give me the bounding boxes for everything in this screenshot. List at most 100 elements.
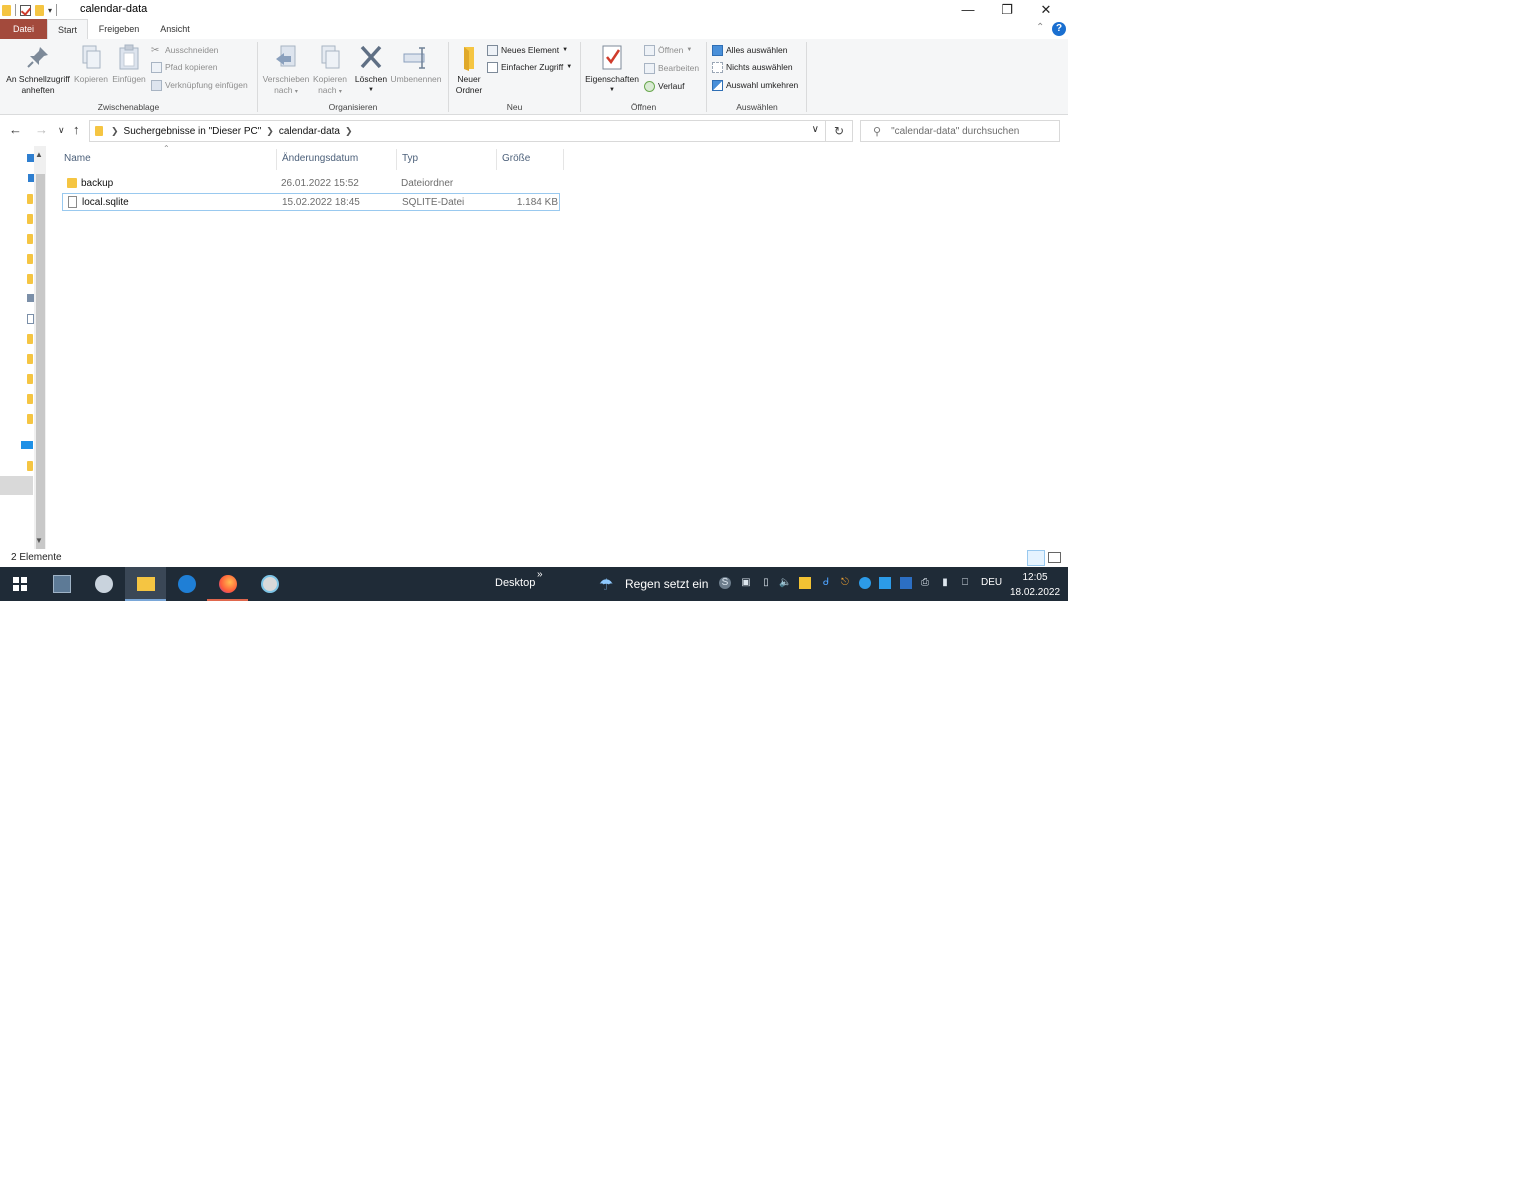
battery-icon[interactable]: ▮ xyxy=(939,577,951,589)
folder-icon[interactable] xyxy=(27,374,33,384)
table-row[interactable]: backup 26.01.2022 15:52 Dateiordner xyxy=(62,175,560,193)
folder-icon[interactable] xyxy=(27,461,33,471)
search-box[interactable]: ⚲ "calendar-data" durchsuchen xyxy=(860,120,1060,142)
printer-icon[interactable]: ⎙ xyxy=(919,577,931,589)
folder-icon[interactable] xyxy=(27,234,33,244)
new-item-button[interactable]: Neues Element ▼ xyxy=(487,42,568,58)
paste-shortcut-button[interactable]: Verknüpfung einfügen xyxy=(151,77,248,93)
breadcrumb-search-results[interactable]: Suchergebnisse in "Dieser PC" xyxy=(124,126,262,137)
address-dropdown-icon[interactable]: ∨ xyxy=(812,124,819,135)
input-language[interactable]: DEU xyxy=(981,577,1002,588)
this-pc-icon[interactable] xyxy=(21,441,33,449)
column-header-name[interactable]: Name xyxy=(59,146,276,172)
select-all-button[interactable]: Alles auswählen xyxy=(712,42,787,58)
collapse-ribbon-icon[interactable]: ⌃ xyxy=(1036,22,1044,33)
delete-button[interactable]: Löschen ▼ xyxy=(352,41,390,96)
refresh-icon[interactable]: ↻ xyxy=(826,120,853,142)
taskbar-firefox[interactable] xyxy=(207,567,248,601)
breadcrumb-chevron-icon[interactable]: ❯ xyxy=(266,126,274,137)
cut-button[interactable]: ✂ Ausschneiden xyxy=(151,42,218,58)
edit-button[interactable]: Bearbeiten xyxy=(644,60,699,76)
weather-text[interactable]: Regen setzt ein xyxy=(625,577,708,591)
paste-button[interactable]: Einfügen xyxy=(110,41,148,85)
skype-icon[interactable]: S xyxy=(719,577,731,589)
headphones-icon[interactable]: ⎋ xyxy=(839,577,851,589)
taskbar-paint[interactable] xyxy=(83,567,124,601)
up-arrow-icon[interactable]: ↑ xyxy=(73,122,80,137)
volume-icon[interactable]: 🔈 xyxy=(779,577,791,589)
tab-start[interactable]: Start xyxy=(47,19,88,39)
taskbar-outlook[interactable] xyxy=(166,567,207,601)
desktop-toolbar-label[interactable]: Desktop xyxy=(495,577,535,589)
bluetooth-icon[interactable]: ᑯ xyxy=(820,577,832,589)
open-button[interactable]: Öffnen ▼ xyxy=(644,42,692,58)
tab-freigeben[interactable]: Freigeben xyxy=(93,19,145,39)
select-none-button[interactable]: Nichts auswählen xyxy=(712,59,793,75)
breadcrumb-chevron-icon[interactable]: ❯ xyxy=(111,126,119,137)
back-arrow-icon[interactable]: ← xyxy=(9,122,22,137)
webcam-icon[interactable]: ▣ xyxy=(740,577,752,589)
copy-button[interactable]: Kopieren xyxy=(72,41,110,85)
security-shield-icon[interactable] xyxy=(799,577,811,589)
defender-icon[interactable] xyxy=(900,577,912,589)
rename-button[interactable]: Umbenennen xyxy=(388,41,444,85)
history-button[interactable]: Verlauf xyxy=(644,78,684,94)
customize-qat-dropdown-icon[interactable]: ▾ xyxy=(48,6,52,15)
column-header-size[interactable]: Größe xyxy=(497,146,563,172)
nav-selected-item[interactable] xyxy=(0,476,33,495)
vpn-icon[interactable] xyxy=(859,577,871,589)
minimize-button[interactable]: — xyxy=(948,0,988,19)
pin-quick-access-button[interactable]: An Schnellzugriff anheften xyxy=(4,41,72,96)
breadcrumb-chevron-icon[interactable]: ❯ xyxy=(345,126,353,137)
phone-icon[interactable]: ▯ xyxy=(760,577,772,589)
taskbar-paint-3d[interactable] xyxy=(249,567,290,601)
desktop-toolbar-chevron-icon[interactable]: » xyxy=(537,569,543,580)
copy-path-button[interactable]: Pfad kopieren xyxy=(151,59,217,75)
copy-to-button[interactable]: Kopieren nach ▾ xyxy=(310,41,350,98)
table-row[interactable]: local.sqlite 15.02.2022 18:45 SQLITE-Dat… xyxy=(62,193,560,211)
folder-icon[interactable] xyxy=(27,194,33,204)
restore-button[interactable]: ❐ xyxy=(987,0,1027,19)
folder-icon[interactable] xyxy=(27,414,33,424)
recent-locations-chevron-icon[interactable]: ∨ xyxy=(58,125,65,136)
properties-icon[interactable] xyxy=(20,4,31,16)
easy-access-button[interactable]: Einfacher Zugriff ▼ xyxy=(487,59,572,75)
delete-dropdown-icon[interactable]: ▼ xyxy=(352,85,390,96)
folder-icon[interactable] xyxy=(27,354,33,364)
tab-datei[interactable]: Datei xyxy=(0,19,47,39)
folder-icon[interactable] xyxy=(27,394,33,404)
details-view-icon[interactable] xyxy=(1027,550,1045,566)
forward-arrow-icon[interactable]: → xyxy=(35,122,48,137)
new-folder-icon[interactable] xyxy=(35,4,44,16)
taskbar-file-explorer[interactable] xyxy=(125,567,166,601)
cloud-sync-icon[interactable] xyxy=(879,577,891,589)
quick-access-star-icon[interactable] xyxy=(27,154,34,162)
scroll-up-icon[interactable]: ▲ xyxy=(35,150,43,159)
help-icon[interactable]: ? xyxy=(1052,22,1066,36)
invert-selection-button[interactable]: Auswahl umkehren xyxy=(712,77,798,93)
new-folder-button[interactable]: Neuer Ordner xyxy=(451,41,487,96)
folder-icon[interactable] xyxy=(27,274,33,284)
breadcrumb-calendar-data[interactable]: calendar-data xyxy=(279,126,340,137)
folder-icon[interactable] xyxy=(27,254,33,264)
tab-ansicht[interactable]: Ansicht xyxy=(155,19,195,39)
taskbar-calculator[interactable] xyxy=(41,567,82,601)
scroll-down-icon[interactable]: ▼ xyxy=(35,536,43,545)
pictures-icon[interactable] xyxy=(27,294,34,302)
umbrella-rain-icon[interactable]: ☂ xyxy=(599,575,613,595)
close-button[interactable]: ✕ xyxy=(1026,0,1066,19)
folder-icon[interactable] xyxy=(27,214,33,224)
column-header-date[interactable]: Änderungsdatum xyxy=(277,146,396,172)
nav-scroll-thumb[interactable] xyxy=(36,174,45,549)
start-button[interactable] xyxy=(0,567,41,601)
clock[interactable]: 12:05 18.02.2022 xyxy=(1007,570,1063,600)
properties-dropdown-icon[interactable]: ▼ xyxy=(583,85,641,96)
properties-button[interactable]: Eigenschaften ▼ xyxy=(583,41,641,96)
address-bar[interactable]: ❯ Suchergebnisse in "Dieser PC" ❯ calend… xyxy=(89,120,826,142)
document-icon[interactable] xyxy=(27,314,34,324)
large-icons-view-icon[interactable] xyxy=(1048,552,1061,563)
network-icon[interactable]: ⎕ xyxy=(959,577,971,589)
folder-icon[interactable] xyxy=(27,334,33,344)
move-to-button[interactable]: Verschieben nach ▾ xyxy=(260,41,312,98)
column-header-type[interactable]: Typ xyxy=(397,146,496,172)
